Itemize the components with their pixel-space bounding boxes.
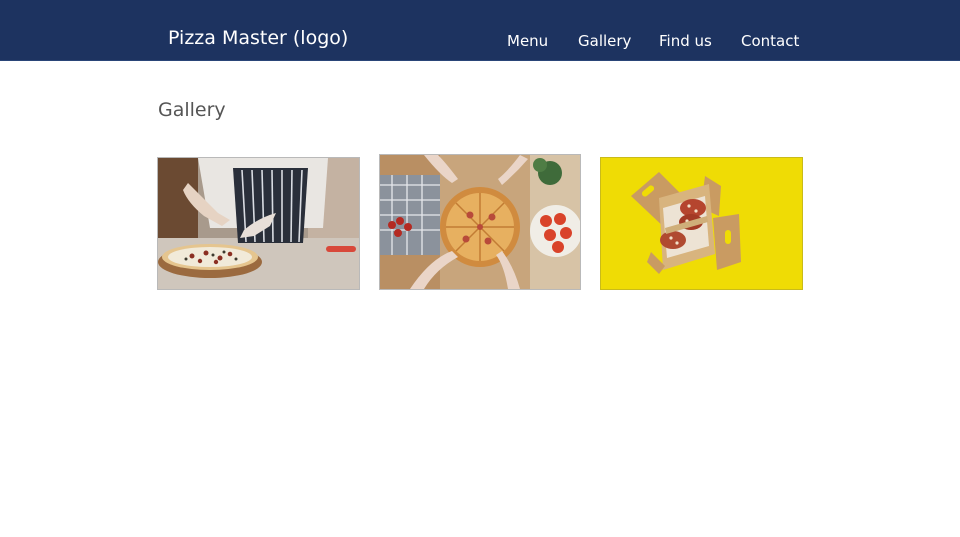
- gallery-image-pizza-sharing[interactable]: [379, 154, 581, 290]
- top-navigation-bar: Pizza Master (logo) Menu Gallery Find us…: [0, 0, 960, 61]
- site-logo[interactable]: Pizza Master (logo): [168, 26, 348, 50]
- nav-link-contact[interactable]: Contact: [741, 31, 799, 51]
- gallery-image-pizza-box[interactable]: [600, 157, 803, 290]
- chef-pizza-photo: [158, 158, 359, 289]
- nav-link-find-us[interactable]: Find us: [659, 31, 712, 51]
- gallery-image-chef-cutting-pizza[interactable]: [157, 157, 360, 290]
- pizza-box-photo: [601, 158, 802, 289]
- page-title: Gallery: [158, 99, 226, 121]
- pizza-sharing-photo: [380, 155, 580, 289]
- nav-link-menu[interactable]: Menu: [507, 31, 548, 51]
- nav-link-gallery[interactable]: Gallery: [578, 31, 631, 51]
